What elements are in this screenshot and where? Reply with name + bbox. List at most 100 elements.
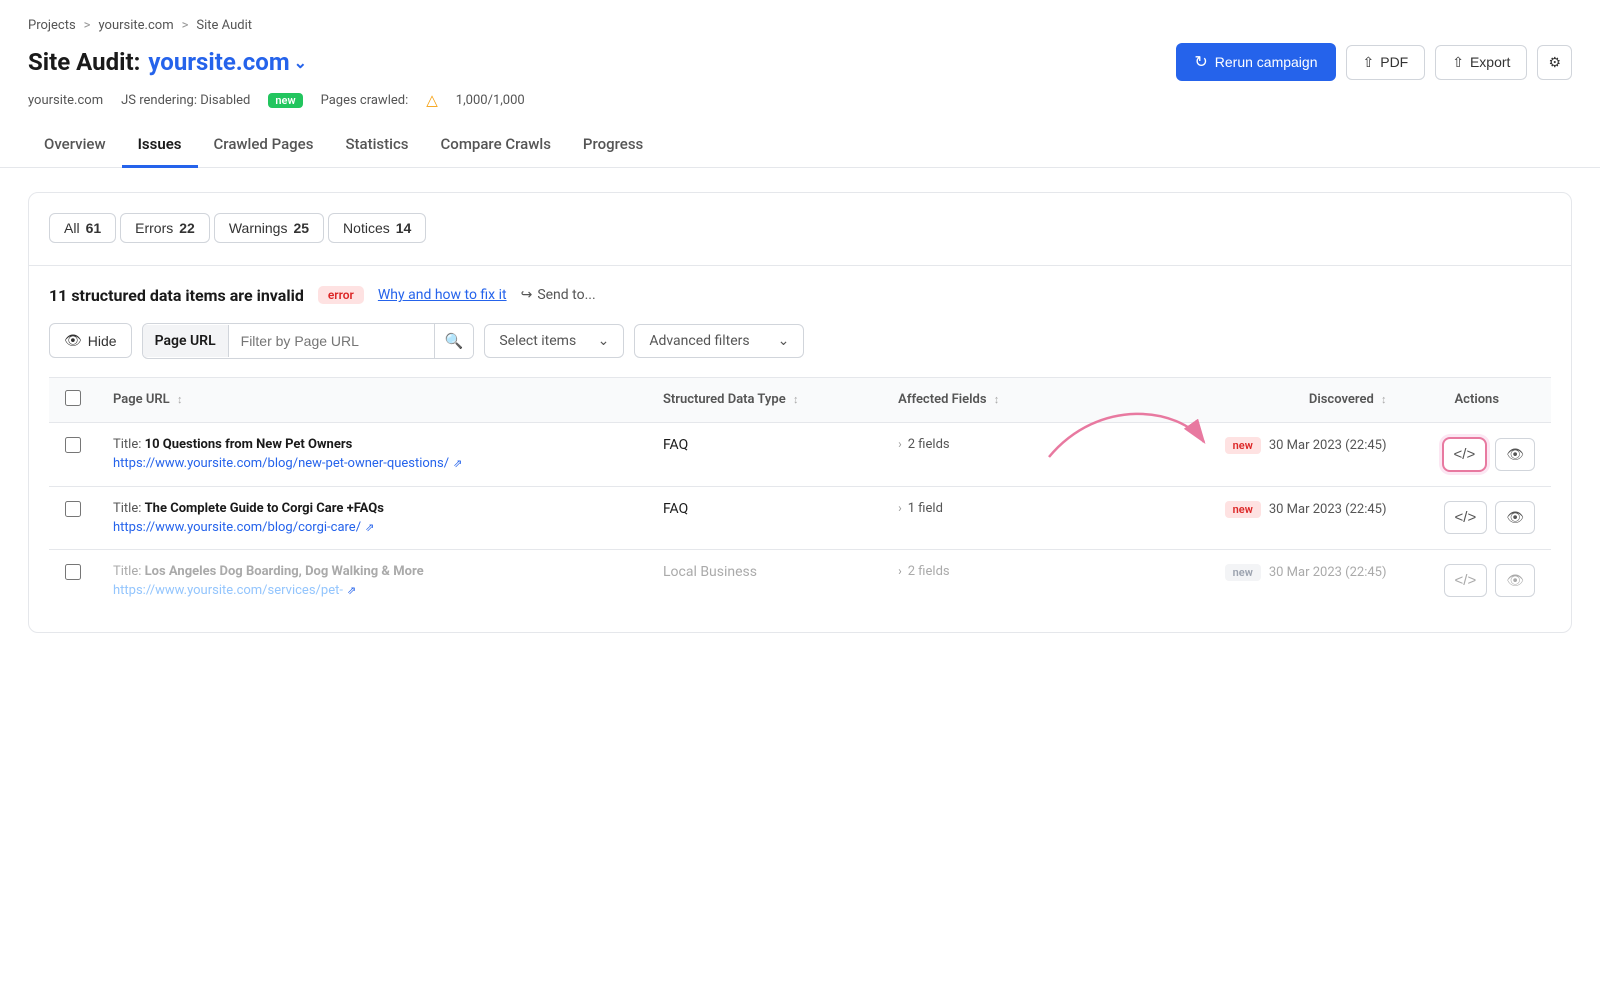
filter-tab-errors-label: Errors (135, 220, 173, 236)
eye-icon: 👁 (64, 332, 82, 349)
filter-tab-warnings-count: 25 (293, 220, 309, 236)
settings-button[interactable]: ⚙ (1537, 45, 1572, 80)
row3-checkbox[interactable] (65, 564, 81, 580)
row3-code-button[interactable]: </> (1444, 564, 1488, 597)
row1-fields-chevron-icon: › (898, 437, 902, 451)
rerun-campaign-button[interactable]: ↻ Rerun campaign (1176, 43, 1335, 81)
issue-row: 11 structured data items are invalid err… (49, 286, 1551, 305)
tab-overview[interactable]: Overview (28, 123, 122, 168)
row2-title-prefix: Title: (113, 501, 145, 516)
th-page-url[interactable]: Page URL ↕ (97, 377, 647, 422)
upload-icon: ⇧ (1363, 54, 1375, 71)
tab-compare-crawls[interactable]: Compare Crawls (425, 123, 567, 168)
th-actions-label: Actions (1455, 392, 1500, 407)
row2-code-button[interactable]: </> (1444, 501, 1488, 534)
breadcrumb: Projects > yoursite.com > Site Audit (28, 18, 1572, 33)
row2-checkbox-cell (49, 486, 97, 549)
nav-tabs: Overview Issues Crawled Pages Statistics… (0, 123, 1600, 168)
pdf-button[interactable]: ⇧ PDF (1346, 45, 1426, 80)
row3-eye-button[interactable]: 👁 (1495, 564, 1535, 597)
url-input[interactable] (229, 325, 434, 357)
filter-tab-all-label: All (64, 220, 80, 236)
row2-checkbox[interactable] (65, 501, 81, 517)
row2-title-text: The Complete Guide to Corgi Care +FAQs (145, 501, 384, 516)
filter-tab-errors-count: 22 (179, 220, 195, 236)
row1-code-button[interactable]: </> (1442, 437, 1488, 472)
row1-fields-cell: › 2 fields (882, 422, 1143, 486)
row3-date: 30 Mar 2023 (22:45) (1269, 565, 1387, 580)
row3-url-cell: Title: Los Angeles Dog Boarding, Dog Wal… (97, 549, 647, 612)
external-link-icon: ⇗ (347, 584, 356, 597)
hide-button[interactable]: 👁 Hide (49, 323, 132, 358)
data-table: Page URL ↕ Structured Data Type ↕ Affect… (49, 377, 1551, 612)
code-icon: </> (1455, 572, 1477, 589)
row2-eye-button[interactable]: 👁 (1495, 501, 1535, 534)
tab-statistics[interactable]: Statistics (329, 123, 424, 168)
row2-title: Title: The Complete Guide to Corgi Care … (113, 501, 631, 516)
send-to-label: Send to... (537, 287, 595, 303)
tab-issues[interactable]: Issues (122, 123, 198, 168)
filter-tab-warnings[interactable]: Warnings 25 (214, 213, 324, 243)
row3-fields-text: 2 fields (908, 564, 950, 579)
tab-crawled-pages[interactable]: Crawled Pages (198, 123, 330, 168)
th-actions: Actions (1403, 377, 1551, 422)
hide-label: Hide (88, 333, 117, 349)
send-to-button[interactable]: ↪ Send to... (521, 287, 596, 303)
issue-title: 11 structured data items are invalid (49, 286, 304, 305)
th-discovered[interactable]: Discovered ↕ (1143, 377, 1403, 422)
meta-pages-crawled-label: Pages crawled: (321, 93, 409, 108)
tab-progress[interactable]: Progress (567, 123, 659, 168)
th-affected-fields[interactable]: Affected Fields ↕ (882, 377, 1143, 422)
filter-tab-all-count: 61 (86, 220, 102, 236)
table-header-row: Page URL ↕ Structured Data Type ↕ Affect… (49, 377, 1551, 422)
row3-url-link[interactable]: https://www.yoursite.com/services/pet- ⇗ (113, 583, 631, 598)
row1-actions-cell: </> 👁 (1403, 422, 1551, 486)
site-name-link[interactable]: yoursite.com ⌄ (148, 48, 307, 76)
row2-date: 30 Mar 2023 (22:45) (1269, 502, 1387, 517)
divider (29, 265, 1571, 266)
issues-card: All 61 Errors 22 Warnings 25 Notices 14 (28, 192, 1572, 633)
sort-type-icon: ↕ (793, 393, 799, 406)
row3-checkbox-cell (49, 549, 97, 612)
th-structured-data-type[interactable]: Structured Data Type ↕ (647, 377, 882, 422)
row3-title-prefix: Title: (113, 564, 145, 579)
search-button[interactable]: 🔍 (434, 324, 474, 358)
breadcrumb-sep2: > (182, 18, 189, 33)
send-icon: ↪ (521, 287, 533, 303)
filter-tab-all[interactable]: All 61 (49, 213, 116, 243)
row2-actions-cell: </> 👁 (1403, 486, 1551, 549)
advanced-filters-button[interactable]: Advanced filters ⌄ (634, 324, 804, 358)
search-icon: 🔍 (445, 333, 464, 350)
row3-discovered-cell: new 30 Mar 2023 (22:45) (1143, 549, 1403, 612)
breadcrumb-site[interactable]: yoursite.com (98, 18, 173, 33)
row3-title: Title: Los Angeles Dog Boarding, Dog Wal… (113, 564, 631, 579)
title-prefix: Site Audit: (28, 48, 140, 76)
row1-checkbox-cell (49, 422, 97, 486)
row1-eye-button[interactable]: 👁 (1495, 438, 1535, 471)
eye-icon: 👁 (1506, 446, 1524, 463)
fix-link[interactable]: Why and how to fix it (378, 287, 507, 303)
row2-url-text: https://www.yoursite.com/blog/corgi-care… (113, 520, 361, 535)
row3-fields-cell: › 2 fields (882, 549, 1143, 612)
row2-url-link[interactable]: https://www.yoursite.com/blog/corgi-care… (113, 520, 631, 535)
th-page-url-label: Page URL (113, 392, 170, 407)
eye-icon: 👁 (1506, 572, 1524, 589)
code-icon: </> (1454, 446, 1476, 463)
pdf-label: PDF (1380, 54, 1408, 70)
filter-tab-errors[interactable]: Errors 22 (120, 213, 210, 243)
export-label: Export (1470, 54, 1510, 70)
row1-url-link[interactable]: https://www.yoursite.com/blog/new-pet-ow… (113, 456, 631, 471)
select-items-dropdown[interactable]: Select items ⌄ (484, 324, 624, 358)
export-button[interactable]: ⇧ Export (1435, 45, 1527, 80)
row2-type: FAQ (663, 501, 688, 517)
row3-type: Local Business (663, 564, 757, 580)
th-checkbox (49, 377, 97, 422)
select-all-checkbox[interactable] (65, 390, 81, 406)
meta-site: yoursite.com (28, 93, 103, 108)
breadcrumb-projects[interactable]: Projects (28, 18, 76, 33)
filter-tab-notices[interactable]: Notices 14 (328, 213, 426, 243)
filter-tab-warnings-label: Warnings (229, 220, 288, 236)
row1-checkbox[interactable] (65, 437, 81, 453)
url-filter-group: Page URL 🔍 (142, 323, 475, 359)
row2-type-cell: FAQ (647, 486, 882, 549)
